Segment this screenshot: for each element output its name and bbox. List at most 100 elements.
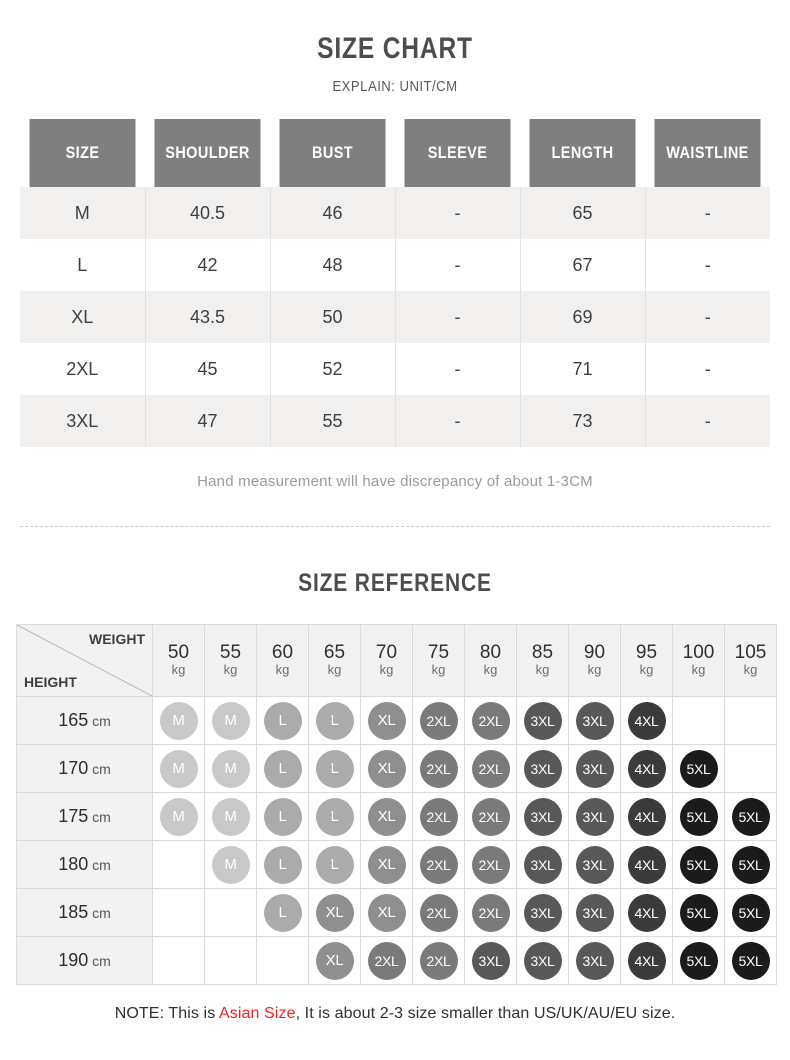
size-reference-cell: 3XL: [516, 888, 569, 937]
weight-unit: kg: [379, 662, 394, 678]
size-chart-column-header: BUST: [279, 119, 386, 187]
size-bubble: 5XL: [731, 845, 770, 884]
size-reference-cell: L: [256, 840, 309, 889]
size-reference-cell: 3XL: [516, 936, 569, 985]
height-row-header: 175 cm: [16, 792, 153, 841]
size-bubble: L: [315, 797, 354, 836]
size-bubble: XL: [367, 893, 406, 932]
size-reference-cell: 5XL: [724, 840, 777, 889]
size-label-cell: 3XL: [20, 395, 146, 447]
size-bubble: 3XL: [575, 701, 614, 740]
size-reference-cell: [724, 744, 777, 793]
size-reference-cell: XL: [360, 696, 413, 745]
measurement-cell: 43.5: [145, 291, 271, 343]
weight-unit: kg: [171, 662, 186, 678]
weight-unit: kg: [535, 662, 550, 678]
size-reference-cell: M: [152, 696, 205, 745]
size-chart-column-header: WAISTLINE: [654, 119, 761, 187]
size-bubble: 4XL: [627, 941, 666, 980]
size-reference-cell: [724, 696, 777, 745]
size-reference-cell: [152, 936, 205, 985]
table-row: M 40.5 46-65-: [20, 187, 770, 239]
measurement-cell: 42: [145, 239, 271, 291]
size-bubble: 3XL: [575, 845, 614, 884]
size-reference-cell: 5XL: [672, 840, 725, 889]
size-bubble: 5XL: [679, 749, 718, 788]
measurement-cell: -: [645, 395, 770, 447]
size-reference-cell: 2XL: [464, 792, 517, 841]
size-reference-cell: [204, 888, 257, 937]
weight-column-header: 95 kg: [620, 624, 673, 697]
page-subtitle: EXPLAIN: UNIT/CM: [332, 78, 458, 95]
weight-unit: kg: [691, 662, 706, 678]
size-reference-cell: M: [204, 696, 257, 745]
weight-column-header: 80 kg: [464, 624, 517, 697]
measurement-cell: 67: [520, 239, 646, 291]
size-bubble: L: [263, 845, 302, 884]
size-bubble: 2XL: [419, 749, 458, 788]
note-highlight: Asian Size: [218, 1005, 296, 1022]
size-reference-cell: 2XL: [360, 936, 413, 985]
size-bubble: L: [315, 845, 354, 884]
size-reference-cell: 3XL: [516, 840, 569, 889]
size-bubble: 2XL: [471, 893, 510, 932]
size-bubble: L: [315, 749, 354, 788]
weight-value: 95: [635, 642, 658, 664]
size-reference-cell: 5XL: [672, 936, 725, 985]
size-reference-cell: 2XL: [412, 744, 465, 793]
height-unit: cm: [88, 857, 111, 873]
size-reference-cell: 2XL: [464, 888, 517, 937]
size-reference-cell: XL: [308, 936, 361, 985]
measurement-cell: 48: [270, 239, 396, 291]
size-reference-cell: 3XL: [568, 936, 621, 985]
size-label-cell: 2XL: [20, 343, 146, 395]
weight-value: 85: [531, 642, 554, 664]
size-reference-cell: 3XL: [568, 696, 621, 745]
size-bubble: XL: [315, 941, 354, 980]
size-reference-cell: 5XL: [724, 936, 777, 985]
size-bubble: 2XL: [419, 893, 458, 932]
size-bubble: 3XL: [523, 797, 562, 836]
size-chart-column-header: SIZE: [29, 119, 136, 187]
size-reference-cell: M: [204, 744, 257, 793]
weight-value: 90: [583, 642, 606, 664]
weight-value: 70: [375, 642, 398, 664]
size-reference-cell: 3XL: [568, 744, 621, 793]
size-reference-cell: XL: [308, 888, 361, 937]
height-unit: cm: [88, 809, 111, 825]
size-bubble: 3XL: [523, 701, 562, 740]
table-row: 190 cm XL 2XL 2XL 3XL 3XL 3XL 4XL 5XL 5XL: [16, 936, 777, 985]
size-bubble: M: [159, 749, 198, 788]
weight-unit: kg: [431, 662, 446, 678]
table-row: 185 cm L XL XL 2XL 2XL 3XL 3XL 4XL 5XL 5XL: [16, 888, 777, 937]
size-bubble: 3XL: [575, 749, 614, 788]
size-reference-cell: 2XL: [412, 936, 465, 985]
size-reference-title: SIZE REFERENCE: [298, 569, 492, 597]
size-bubble: 5XL: [731, 941, 770, 980]
size-bubble: 2XL: [471, 845, 510, 884]
size-reference-cell: [152, 888, 205, 937]
size-chart-column-header: SHOULDER: [154, 119, 261, 187]
size-bubble: 3XL: [575, 893, 614, 932]
size-bubble: 2XL: [367, 941, 406, 980]
table-row: 170 cm M M L L XL 2XL 2XL 3XL 3XL 4XL 5XL: [16, 744, 777, 793]
size-bubble: 3XL: [523, 749, 562, 788]
size-reference-cell: 5XL: [724, 792, 777, 841]
size-bubble: 3XL: [523, 845, 562, 884]
measurement-cell: 71: [520, 343, 646, 395]
size-bubble: 3XL: [575, 941, 614, 980]
measurement-cell: -: [645, 239, 770, 291]
size-reference-cell: 3XL: [516, 744, 569, 793]
weight-unit: kg: [275, 662, 290, 678]
measurement-cell: 52: [270, 343, 396, 395]
size-reference-cell: 2XL: [412, 888, 465, 937]
size-bubble: M: [211, 797, 250, 836]
size-reference-cell: 5XL: [672, 888, 725, 937]
measurement-cell: 73: [520, 395, 646, 447]
size-chart-column-header: LENGTH: [529, 119, 636, 187]
size-bubble: 3XL: [575, 797, 614, 836]
table-row: 175 cm M M L L XL 2XL 2XL 3XL 3XL 4XL 5XL 5XL: [16, 792, 777, 841]
height-unit: cm: [88, 713, 111, 729]
size-reference-cell: 2XL: [464, 840, 517, 889]
size-bubble: XL: [367, 797, 406, 836]
